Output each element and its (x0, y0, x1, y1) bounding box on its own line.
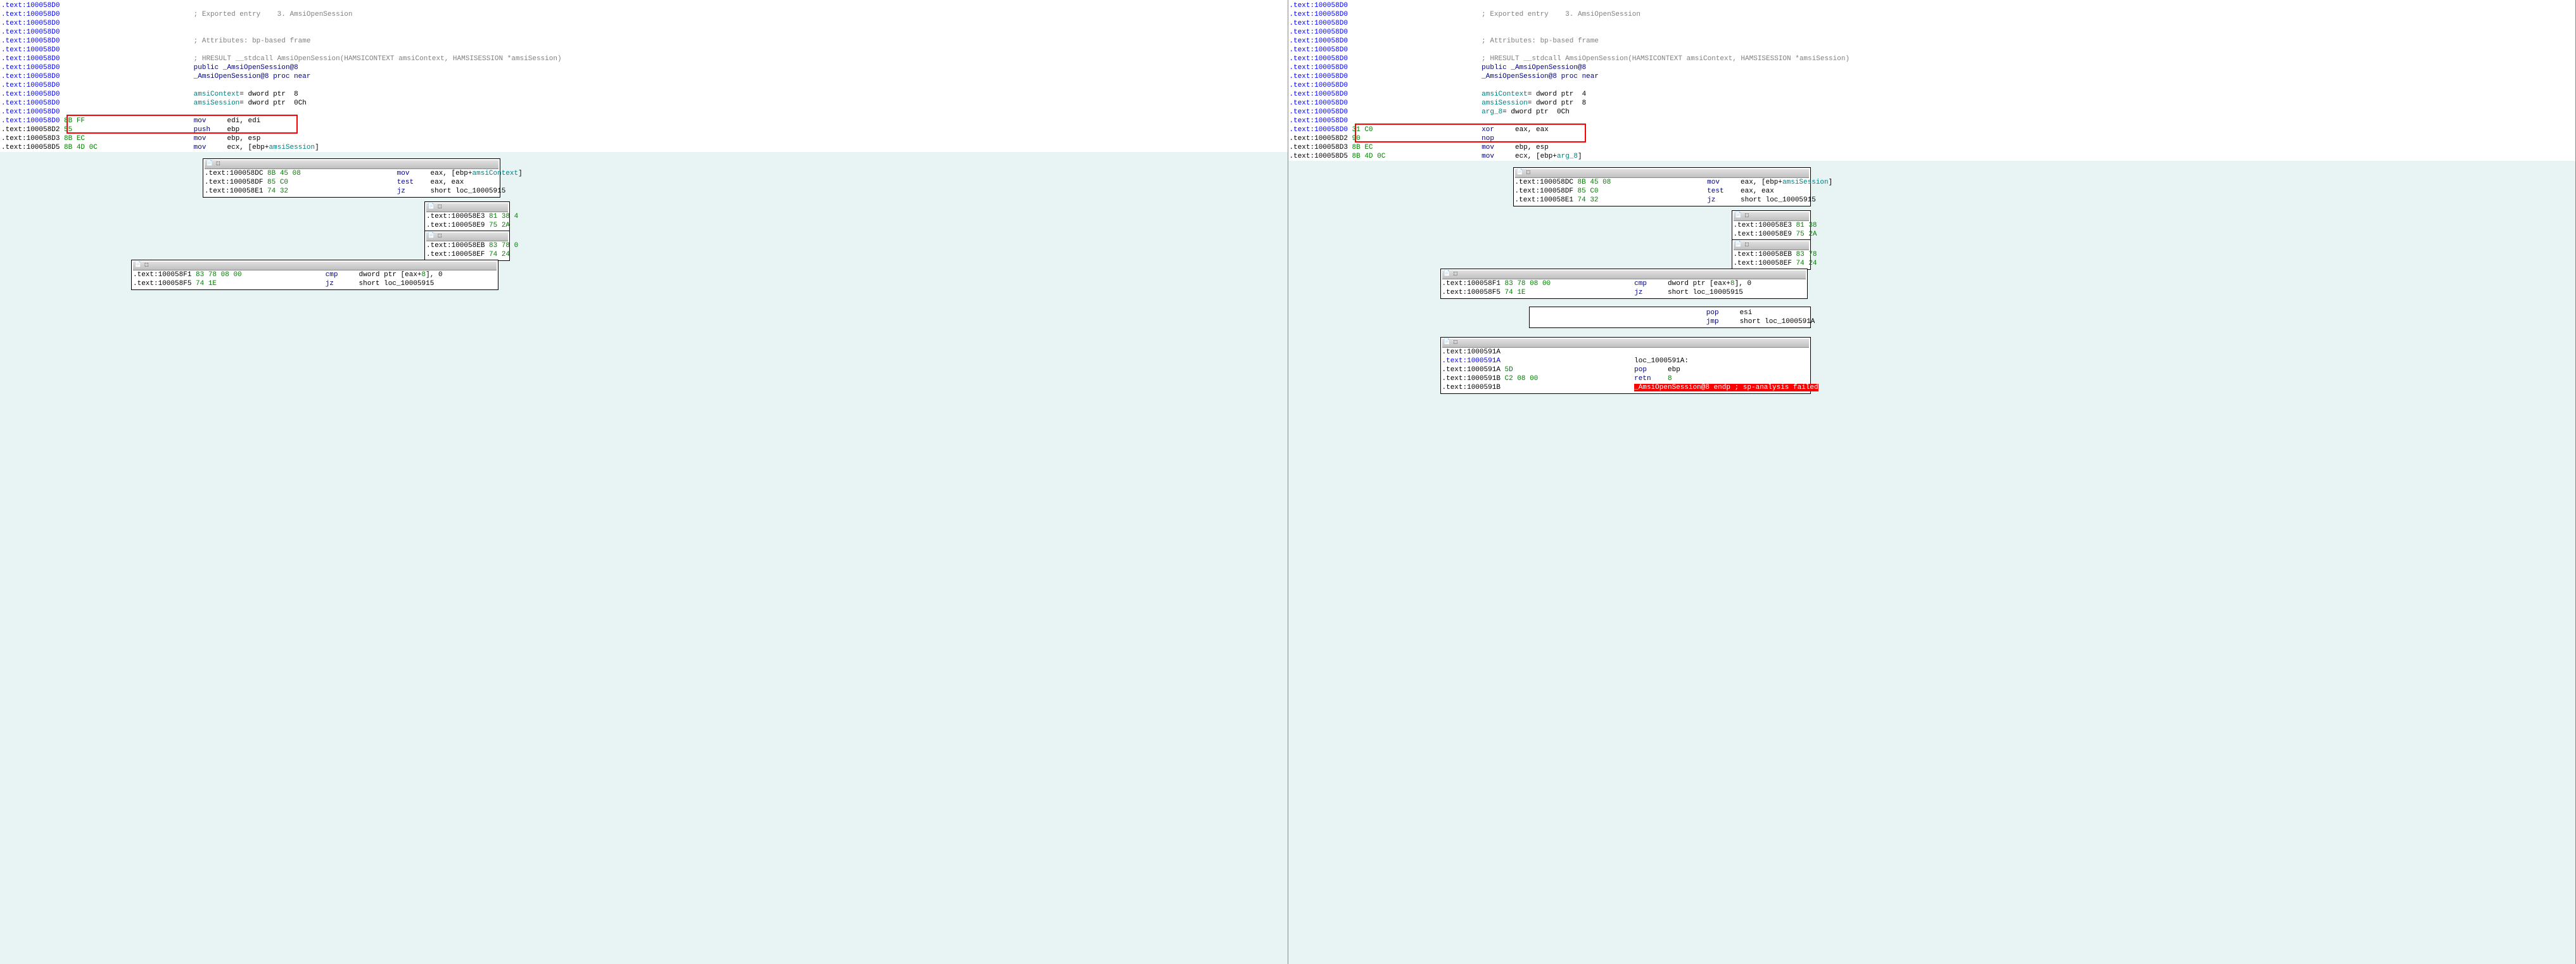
addr: .text:100058D0 (1290, 91, 1348, 98)
attributes-comment: ; Attributes: bp-based frame (194, 37, 311, 45)
graph-node-4[interactable]: 📄 ⬚ .text:100058F1 83 78 08 00 cmp dword… (131, 260, 498, 290)
addr: .text:100058D0 (1, 20, 60, 27)
attributes-comment: ; Attributes: bp-based frame (1482, 37, 1599, 45)
addr: .text:100058D0 (1, 82, 60, 89)
addr: .text:100058D0 (1290, 55, 1348, 63)
addr: .text:100058D0 (1, 99, 60, 107)
left-disassembly-pane[interactable]: .text:100058D0 .text:100058D0 ; Exported… (0, 0, 1288, 964)
node-titlebar[interactable]: 📄 ⬚ (205, 160, 498, 169)
addr: .text:100058D0 (1290, 117, 1348, 125)
node-titlebar[interactable]: 📄 ⬚ (1734, 241, 1809, 250)
right-top-listing: .text:100058D0 .text:100058D0 ; Exported… (1288, 0, 2576, 180)
addr: .text:100058D0 (1290, 29, 1348, 36)
addr: .text:100058D0 (1290, 11, 1348, 18)
addr: .text:100058D0 (1290, 37, 1348, 45)
right-disassembly-pane[interactable]: .text:100058D0 .text:100058D0 ; Exported… (1288, 0, 2576, 964)
node-titlebar[interactable]: 📄 ⬚ (426, 203, 508, 212)
addr: .text:100058D0 (1, 108, 60, 116)
node-titlebar[interactable]: 📄 ⬚ (426, 232, 508, 241)
addr: .text:100058D0 (1290, 46, 1348, 54)
node-titlebar[interactable]: 📄 ⬚ (1442, 339, 1809, 348)
right-graph-area[interactable]: 📄 ⬚ .text:100058DC 8B 45 08 mov eax, [eb… (1288, 161, 2576, 964)
graph-node-2[interactable]: 📄 ⬚ .text:100058E3 81 38 .text:100058E9 … (1732, 210, 1811, 241)
node-titlebar[interactable]: 📄 ⬚ (1734, 212, 1809, 221)
exported-entry-comment: ; Exported entry 3. AmsiOpenSession (194, 11, 353, 18)
public-decl: public _AmsiOpenSession@8 (194, 64, 298, 72)
graph-node-2[interactable]: 📄 ⬚ .text:100058E3 81 38 4 .text:100058E… (424, 201, 510, 232)
addr: .text:100058D0 (1, 46, 60, 54)
prototype-comment: ; HRESULT __stdcall AmsiOpenSession(HAMS… (194, 55, 562, 63)
addr: .text:100058D0 (1, 2, 60, 10)
addr: .text:100058D0 (1, 55, 60, 63)
graph-node-1[interactable]: 📄 ⬚ .text:100058DC 8B 45 08 mov eax, [eb… (203, 158, 500, 198)
proc-decl: _AmsiOpenSession@8 proc near (1482, 73, 1599, 80)
graph-node-3[interactable]: 📄 ⬚ .text:100058EB 83 78 .text:100058EF … (1732, 239, 1811, 270)
addr: .text:100058D0 (1, 64, 60, 72)
addr: .text:100058D0 (1, 29, 60, 36)
prototype-comment: ; HRESULT __stdcall AmsiOpenSession(HAMS… (1482, 55, 1850, 63)
graph-node-3[interactable]: 📄 ⬚ .text:100058EB 83 78 0 .text:100058E… (424, 231, 510, 261)
right-highlight-box (1355, 124, 1586, 143)
var-amsisession: amsiSession (194, 99, 240, 107)
left-graph-area[interactable]: 📄 ⬚ .text:100058DC 8B 45 08 mov eax, [eb… (0, 152, 1288, 964)
addr: .text:100058D0 (1290, 20, 1348, 27)
addr: .text:100058D0 (1290, 82, 1348, 89)
node-titlebar[interactable]: 📄 ⬚ (1515, 169, 1809, 178)
addr: .text:100058D0 (1290, 64, 1348, 72)
graph-node-1[interactable]: 📄 ⬚ .text:100058DC 8B 45 08 mov eax, [eb… (1513, 167, 1811, 206)
left-highlight-box (67, 115, 298, 134)
var-amsisession: amsiSession (1482, 99, 1528, 107)
public-decl: public _AmsiOpenSession@8 (1482, 64, 1586, 72)
addr: .text:100058D0 (1290, 108, 1348, 116)
var-arg8: arg_8 (1482, 108, 1502, 116)
var-amsicontext: amsiContext (1482, 91, 1528, 98)
graph-node-5[interactable]: pop esi jmp short loc_1000591A (1529, 307, 1811, 328)
addr: .text:100058D0 (1290, 2, 1348, 10)
node-titlebar[interactable]: 📄 ⬚ (1442, 270, 1806, 279)
graph-node-4[interactable]: 📄 ⬚ .text:100058F1 83 78 08 00 cmp dword… (1440, 269, 1808, 299)
graph-node-6[interactable]: 📄 ⬚ .text:1000591A .text:1000591A loc_10… (1440, 337, 1811, 394)
addr: .text:100058D0 (1, 37, 60, 45)
node-titlebar[interactable]: 📄 ⬚ (133, 262, 497, 270)
left-top-listing: .text:100058D0 .text:100058D0 ; Exported… (0, 0, 1288, 171)
addr: .text:100058D0 (1290, 73, 1348, 80)
sp-analysis-error: _AmsiOpenSession@8 endp ; sp-analysis fa… (1634, 384, 1818, 391)
addr: .text:100058D0 (1, 91, 60, 98)
var-amsicontext: amsiContext (194, 91, 240, 98)
addr: .text:100058D0 (1, 73, 60, 80)
addr: .text:100058D0 (1, 11, 60, 18)
addr: .text:100058D0 (1290, 99, 1348, 107)
exported-entry-comment: ; Exported entry 3. AmsiOpenSession (1482, 11, 1640, 18)
proc-decl: _AmsiOpenSession@8 proc near (194, 73, 311, 80)
